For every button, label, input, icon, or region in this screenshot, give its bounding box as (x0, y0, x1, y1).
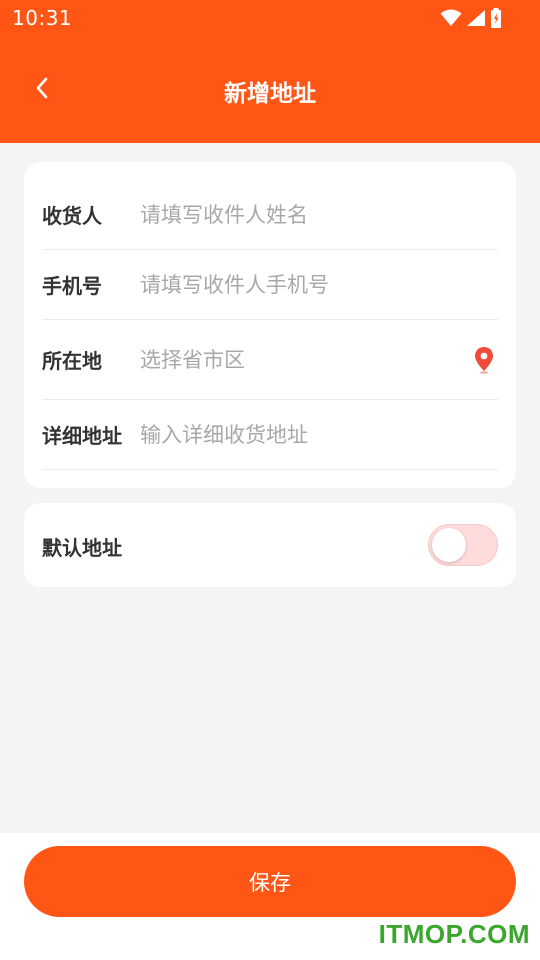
default-address-label: 默认地址 (42, 536, 122, 560)
battery-icon (490, 8, 502, 28)
toggle-knob (432, 528, 466, 562)
recipient-label: 收货人 (42, 204, 102, 228)
status-bar: 10:31 (0, 0, 540, 36)
address-form-card: 收货人 手机号 所在地 详细地址 (24, 162, 516, 488)
region-row[interactable]: 所在地 (42, 320, 498, 400)
default-address-toggle[interactable] (428, 524, 498, 566)
status-icons (440, 8, 502, 28)
location-pin-icon[interactable] (470, 345, 498, 375)
recipient-row: 收货人 (42, 180, 498, 250)
region-select-input[interactable] (140, 339, 470, 380)
phone-number-input[interactable] (140, 264, 498, 305)
page-title: 新增地址 (224, 81, 316, 107)
phone-row: 手机号 (42, 250, 498, 320)
status-time: 10:31 (12, 6, 73, 30)
phone-label: 手机号 (42, 274, 102, 298)
navbar: 新增地址 (0, 58, 540, 122)
recipient-name-input[interactable] (140, 194, 498, 235)
region-label: 所在地 (42, 349, 102, 373)
detail-address-row: 详细地址 (42, 400, 498, 470)
watermark: ITMOP.COM (378, 919, 530, 949)
default-address-card: 默认地址 (24, 503, 516, 587)
signal-icon (466, 9, 486, 27)
save-button[interactable]: 保存 (24, 846, 516, 917)
add-address-page: 10:31 新增地址 收货人 请填写收件人姓名 手机号 请填写收件人手机号 所在… (0, 0, 540, 960)
header: 10:31 新增地址 (0, 0, 540, 143)
detail-address-input[interactable] (140, 414, 498, 455)
detail-address-label: 详细地址 (42, 424, 122, 448)
wifi-icon (440, 9, 462, 27)
